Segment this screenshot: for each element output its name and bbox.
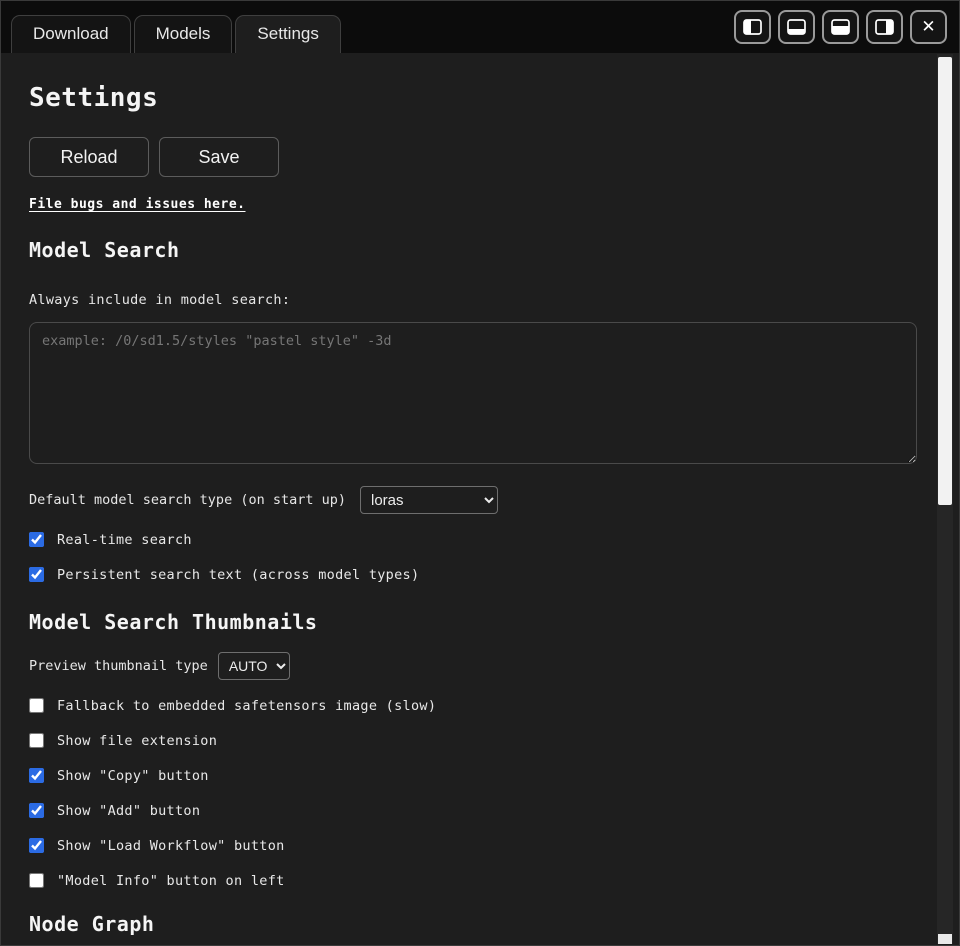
preview-thumbnail-select[interactable]: AUTO bbox=[218, 652, 290, 680]
panel-left-icon bbox=[743, 19, 762, 35]
settings-panel: Settings Reload Save File bugs and issue… bbox=[1, 53, 959, 945]
show-copy-button-checkbox[interactable] bbox=[29, 768, 44, 783]
persistent-search-checkbox[interactable] bbox=[29, 567, 44, 582]
show-file-extension-row[interactable]: Show file extension bbox=[29, 731, 913, 750]
default-search-type-row: Default model search type (on start up) … bbox=[29, 486, 913, 514]
preview-thumbnail-row: Preview thumbnail type AUTO bbox=[29, 652, 913, 680]
show-add-button-label: Show "Add" button bbox=[57, 803, 200, 819]
panel-bottom-large-button[interactable] bbox=[822, 10, 859, 44]
panel-bottom-large-icon bbox=[831, 19, 850, 35]
show-load-workflow-row[interactable]: Show "Load Workflow" button bbox=[29, 836, 913, 855]
model-info-left-label: "Model Info" button on left bbox=[57, 873, 285, 889]
fallback-safetensors-checkbox[interactable] bbox=[29, 698, 44, 713]
persistent-search-row[interactable]: Persistent search text (across model typ… bbox=[29, 565, 913, 584]
fallback-safetensors-row[interactable]: Fallback to embedded safetensors image (… bbox=[29, 696, 913, 715]
node-graph-heading: Node Graph bbox=[29, 912, 913, 936]
panel-right-icon bbox=[875, 19, 894, 35]
tab-settings[interactable]: Settings bbox=[235, 15, 340, 53]
close-button[interactable]: ✕ bbox=[910, 10, 947, 44]
settings-actions: Reload Save bbox=[29, 137, 913, 177]
tab-download[interactable]: Download bbox=[11, 15, 131, 53]
realtime-search-label: Real-time search bbox=[57, 532, 192, 548]
realtime-search-checkbox[interactable] bbox=[29, 532, 44, 547]
tab-models[interactable]: Models bbox=[134, 15, 233, 53]
scrollbar-corner bbox=[938, 934, 952, 944]
realtime-search-row[interactable]: Real-time search bbox=[29, 530, 913, 549]
always-include-label: Always include in model search: bbox=[29, 292, 913, 308]
close-icon: ✕ bbox=[921, 19, 935, 36]
show-load-workflow-checkbox[interactable] bbox=[29, 838, 44, 853]
vertical-scrollbar-thumb[interactable] bbox=[938, 57, 952, 505]
show-copy-button-row[interactable]: Show "Copy" button bbox=[29, 766, 913, 785]
default-search-type-label: Default model search type (on start up) bbox=[29, 492, 346, 508]
fallback-safetensors-label: Fallback to embedded safetensors image (… bbox=[57, 698, 436, 714]
tab-bar: Download Models Settings bbox=[1, 1, 959, 53]
reload-button[interactable]: Reload bbox=[29, 137, 149, 177]
panel-left-button[interactable] bbox=[734, 10, 771, 44]
panel-bottom-icon bbox=[787, 19, 806, 35]
panel-right-button[interactable] bbox=[866, 10, 903, 44]
show-add-button-checkbox[interactable] bbox=[29, 803, 44, 818]
save-button[interactable]: Save bbox=[159, 137, 279, 177]
default-search-type-select[interactable]: loras bbox=[360, 486, 498, 514]
panel-bottom-button[interactable] bbox=[778, 10, 815, 44]
file-bugs-link[interactable]: File bugs and issues here. bbox=[29, 197, 246, 212]
window-actions: ✕ bbox=[734, 10, 947, 53]
show-file-extension-checkbox[interactable] bbox=[29, 733, 44, 748]
model-info-left-checkbox[interactable] bbox=[29, 873, 44, 888]
show-add-button-row[interactable]: Show "Add" button bbox=[29, 801, 913, 820]
model-info-left-row[interactable]: "Model Info" button on left bbox=[29, 871, 913, 890]
vertical-scrollbar-track[interactable] bbox=[937, 54, 953, 944]
page-title: Settings bbox=[29, 83, 913, 113]
persistent-search-label: Persistent search text (across model typ… bbox=[57, 567, 419, 583]
always-include-textarea[interactable] bbox=[29, 322, 917, 464]
show-load-workflow-label: Show "Load Workflow" button bbox=[57, 838, 285, 854]
preview-thumbnail-label: Preview thumbnail type bbox=[29, 658, 208, 674]
app-window: Download Models Settings bbox=[0, 0, 960, 946]
tab-strip: Download Models Settings bbox=[11, 15, 341, 53]
thumbnails-heading: Model Search Thumbnails bbox=[29, 610, 913, 634]
model-search-heading: Model Search bbox=[29, 238, 913, 262]
show-copy-button-label: Show "Copy" button bbox=[57, 768, 209, 784]
show-file-extension-label: Show file extension bbox=[57, 733, 217, 749]
